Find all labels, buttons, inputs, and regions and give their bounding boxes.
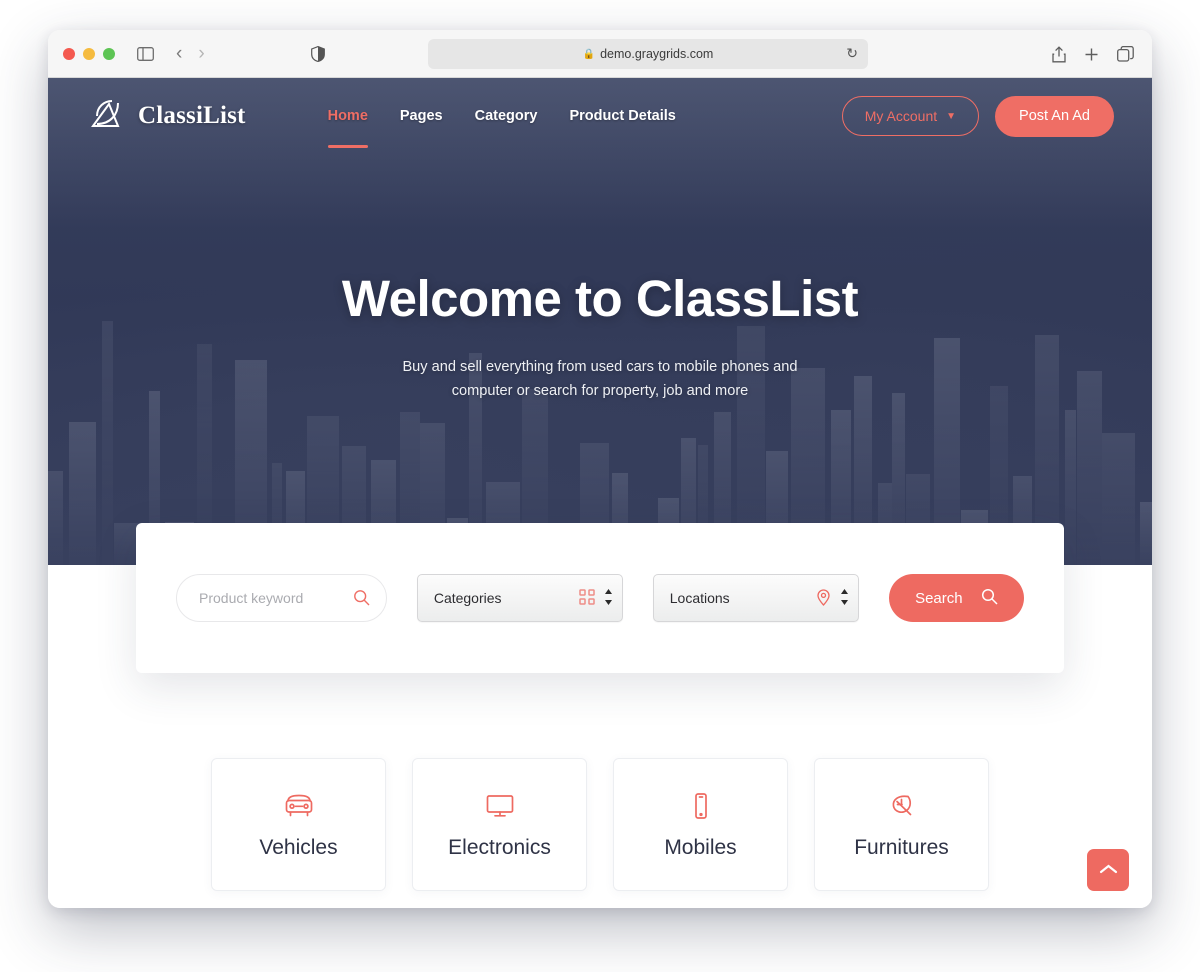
category-label: Furnitures — [854, 835, 949, 859]
toolbar-right-actions — [1052, 30, 1134, 78]
locations-select-wrap: Locations — [652, 574, 859, 622]
hero-content: Welcome to ClassList Buy and sell everyt… — [48, 154, 1152, 403]
keyword-field-wrap — [176, 574, 387, 622]
browser-window: ‹ › 🔒 demo.graygrids.com ↻ ClassiList Ho… — [48, 30, 1152, 908]
category-label: Mobiles — [664, 835, 737, 859]
category-card-vehicles[interactable]: Vehicles — [211, 758, 386, 891]
url-text: demo.graygrids.com — [600, 47, 714, 61]
reload-icon[interactable]: ↻ — [846, 45, 858, 62]
hero-section: ClassiList Home Pages Category Product D… — [48, 78, 1152, 565]
maximize-window-button[interactable] — [103, 47, 115, 60]
categories-select-wrap: Categories — [416, 574, 623, 622]
tab-overview-icon[interactable] — [1117, 46, 1134, 62]
category-card-electronics[interactable]: Electronics — [412, 758, 587, 891]
logo-mark-icon — [88, 97, 130, 136]
search-card: Categories L — [136, 523, 1064, 673]
locations-stepper-icon[interactable] — [840, 588, 849, 606]
leaf-icon — [886, 790, 918, 822]
my-account-button[interactable]: My Account ▼ — [841, 96, 980, 136]
main-navigation: Home Pages Category Product Details — [327, 102, 676, 148]
window-controls — [63, 47, 115, 60]
back-arrow-icon[interactable]: ‹ — [176, 44, 182, 63]
locations-select-label: Locations — [669, 590, 730, 606]
search-icon[interactable] — [353, 589, 370, 611]
category-card-mobiles[interactable]: Mobiles — [613, 758, 788, 891]
chevron-up-icon — [1099, 863, 1118, 878]
browser-toolbar: ‹ › 🔒 demo.graygrids.com ↻ — [48, 30, 1152, 78]
chevron-down-icon: ▼ — [946, 110, 957, 122]
navbar-actions: My Account ▼ Post An Ad — [841, 95, 1114, 137]
car-icon — [283, 790, 315, 822]
category-label: Electronics — [448, 835, 551, 859]
category-label: Vehicles — [259, 835, 338, 859]
search-button-label: Search — [915, 589, 963, 607]
close-window-button[interactable] — [63, 47, 75, 60]
minimize-window-button[interactable] — [83, 47, 95, 60]
nav-item-pages[interactable]: Pages — [400, 102, 443, 130]
privacy-shield-icon[interactable] — [310, 45, 325, 62]
monitor-icon — [484, 790, 516, 822]
mobile-phone-icon — [685, 790, 717, 822]
search-button[interactable]: Search — [888, 574, 1024, 622]
hero-subtitle: Buy and sell everything from used cars t… — [402, 359, 798, 399]
lock-icon: 🔒 — [582, 48, 596, 60]
search-button-icon — [981, 588, 998, 609]
browser-navigation: ‹ › — [176, 44, 205, 63]
categories-select-label: Categories — [433, 590, 502, 606]
forward-arrow-icon[interactable]: › — [198, 44, 204, 63]
post-an-ad-button[interactable]: Post An Ad — [995, 95, 1114, 137]
category-grid: Vehicles Electronics Mobiles Furnitures — [48, 758, 1152, 891]
grid-icon — [579, 589, 595, 610]
categories-stepper-icon[interactable] — [604, 588, 613, 606]
sidebar-toggle-icon[interactable] — [137, 46, 154, 61]
nav-item-product-details[interactable]: Product Details — [569, 102, 675, 130]
category-card-furnitures[interactable]: Furnitures — [814, 758, 989, 891]
site-navbar: ClassiList Home Pages Category Product D… — [48, 78, 1152, 154]
my-account-label: My Account — [864, 108, 938, 124]
map-pin-icon — [816, 589, 831, 611]
nav-item-home[interactable]: Home — [327, 102, 369, 148]
share-icon[interactable] — [1052, 45, 1066, 63]
page-viewport: ClassiList Home Pages Category Product D… — [48, 78, 1152, 908]
nav-item-category[interactable]: Category — [475, 102, 538, 130]
address-bar[interactable]: 🔒 demo.graygrids.com ↻ — [428, 39, 868, 69]
scroll-to-top-button[interactable] — [1087, 849, 1129, 891]
site-logo[interactable]: ClassiList — [88, 97, 246, 136]
hero-title: Welcome to ClassList — [341, 270, 859, 327]
logo-text: ClassiList — [138, 102, 246, 129]
new-tab-icon[interactable] — [1084, 47, 1099, 62]
